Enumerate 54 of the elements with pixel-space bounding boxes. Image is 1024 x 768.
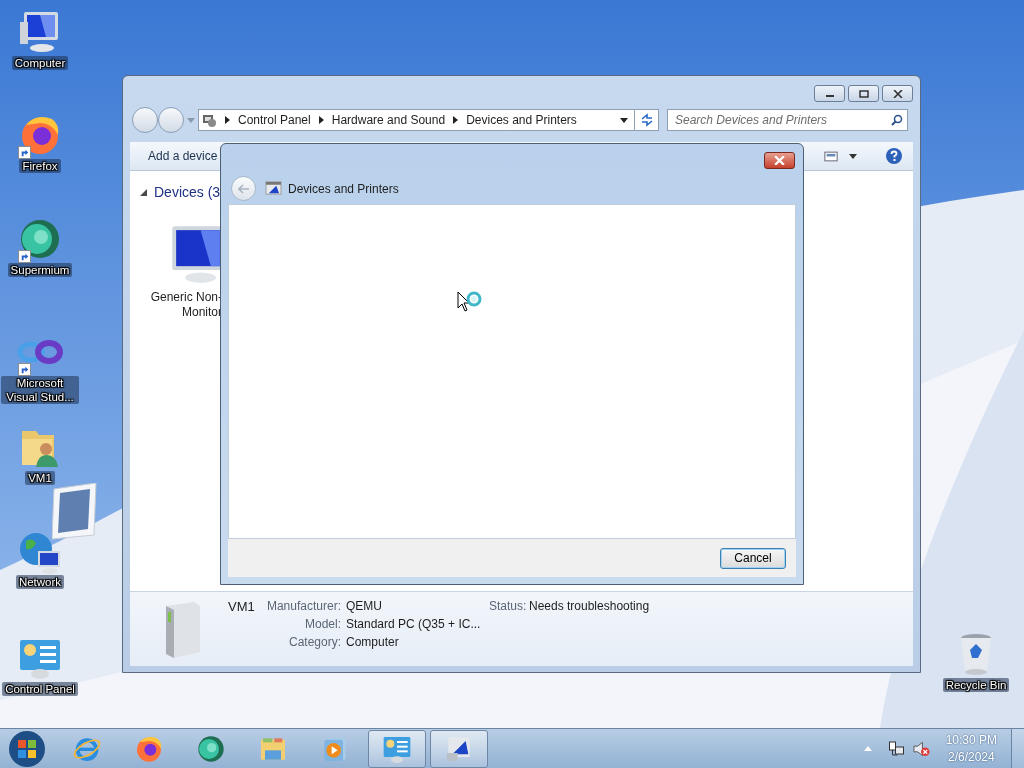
- search-field[interactable]: Search Devices and Printers: [667, 109, 908, 131]
- show-desktop-button[interactable]: [1011, 729, 1024, 768]
- speaker-icon[interactable]: [912, 740, 930, 757]
- close-icon: [774, 156, 785, 165]
- property-value: Standard PC (Q35 + IC...: [346, 617, 482, 633]
- property-value: QEMU: [346, 599, 383, 615]
- desktop-icon-label: Control Panel: [2, 682, 78, 696]
- desktop-icon-label: Supermium: [7, 263, 73, 277]
- desktop-icon-label: Firefox: [19, 159, 61, 173]
- minimize-button[interactable]: [814, 85, 845, 102]
- desktop-icon-label: Network: [15, 575, 65, 589]
- dropdown-caret-icon[interactable]: [620, 117, 628, 123]
- desktop-icon-label: Microsoft Visual Stud...: [1, 376, 79, 404]
- taskbar-button[interactable]: [430, 729, 488, 768]
- breadcrumb-arrow-icon[interactable]: [453, 116, 459, 124]
- view-icon[interactable]: [824, 150, 838, 162]
- devices-icon: [265, 181, 282, 196]
- property-value: Computer: [346, 635, 400, 651]
- desktop-icon-label: Computer: [11, 56, 69, 70]
- maximize-button[interactable]: [848, 85, 879, 102]
- breadcrumb-link[interactable]: Devices and Printers: [466, 113, 577, 127]
- frame-icon: [52, 483, 98, 541]
- caret-icon[interactable]: [849, 153, 857, 159]
- breadcrumb-arrow-icon[interactable]: [225, 116, 230, 124]
- search-icon: [891, 114, 903, 126]
- property-label: Status:: [489, 599, 524, 615]
- group-heading[interactable]: Devices (3: [154, 184, 221, 200]
- property-label: Manufacturer:: [265, 599, 341, 615]
- dialog-title: Devices and Printers: [288, 181, 399, 196]
- address-bar[interactable]: Control Panel Hardware and Sound Devices and Printers: [198, 109, 635, 131]
- devices-icon: [201, 112, 217, 128]
- close-button[interactable]: [882, 85, 913, 102]
- refresh-icon: [639, 113, 654, 127]
- back-arrow-icon: [237, 183, 250, 194]
- network-icon[interactable]: [887, 740, 905, 757]
- cancel-button[interactable]: Cancel: [720, 547, 786, 569]
- close-button[interactable]: [764, 152, 795, 169]
- property-label: Model:: [303, 617, 341, 633]
- start-button[interactable]: [8, 729, 46, 768]
- device-label[interactable]: Generic Non- Monitor: [150, 290, 222, 320]
- property-label: Category:: [287, 635, 341, 651]
- expand-triangle-icon[interactable]: [140, 188, 147, 196]
- device-name: VM1: [228, 599, 256, 616]
- desktop-icon-label: VM1: [25, 471, 55, 485]
- desktop-icon-label: Recycle Bin: [942, 678, 1010, 692]
- maximize-icon: [858, 89, 869, 98]
- help-icon[interactable]: [885, 147, 903, 165]
- breadcrumb-link[interactable]: Control Panel: [238, 113, 311, 127]
- breadcrumb-link[interactable]: Hardware and Sound: [331, 113, 446, 127]
- breadcrumb-arrow-icon[interactable]: [318, 116, 324, 124]
- refresh-button[interactable]: [635, 109, 659, 131]
- property-value: Needs troubleshooting: [529, 599, 650, 615]
- taskbar-button[interactable]: [368, 729, 426, 768]
- close-icon: [892, 89, 903, 98]
